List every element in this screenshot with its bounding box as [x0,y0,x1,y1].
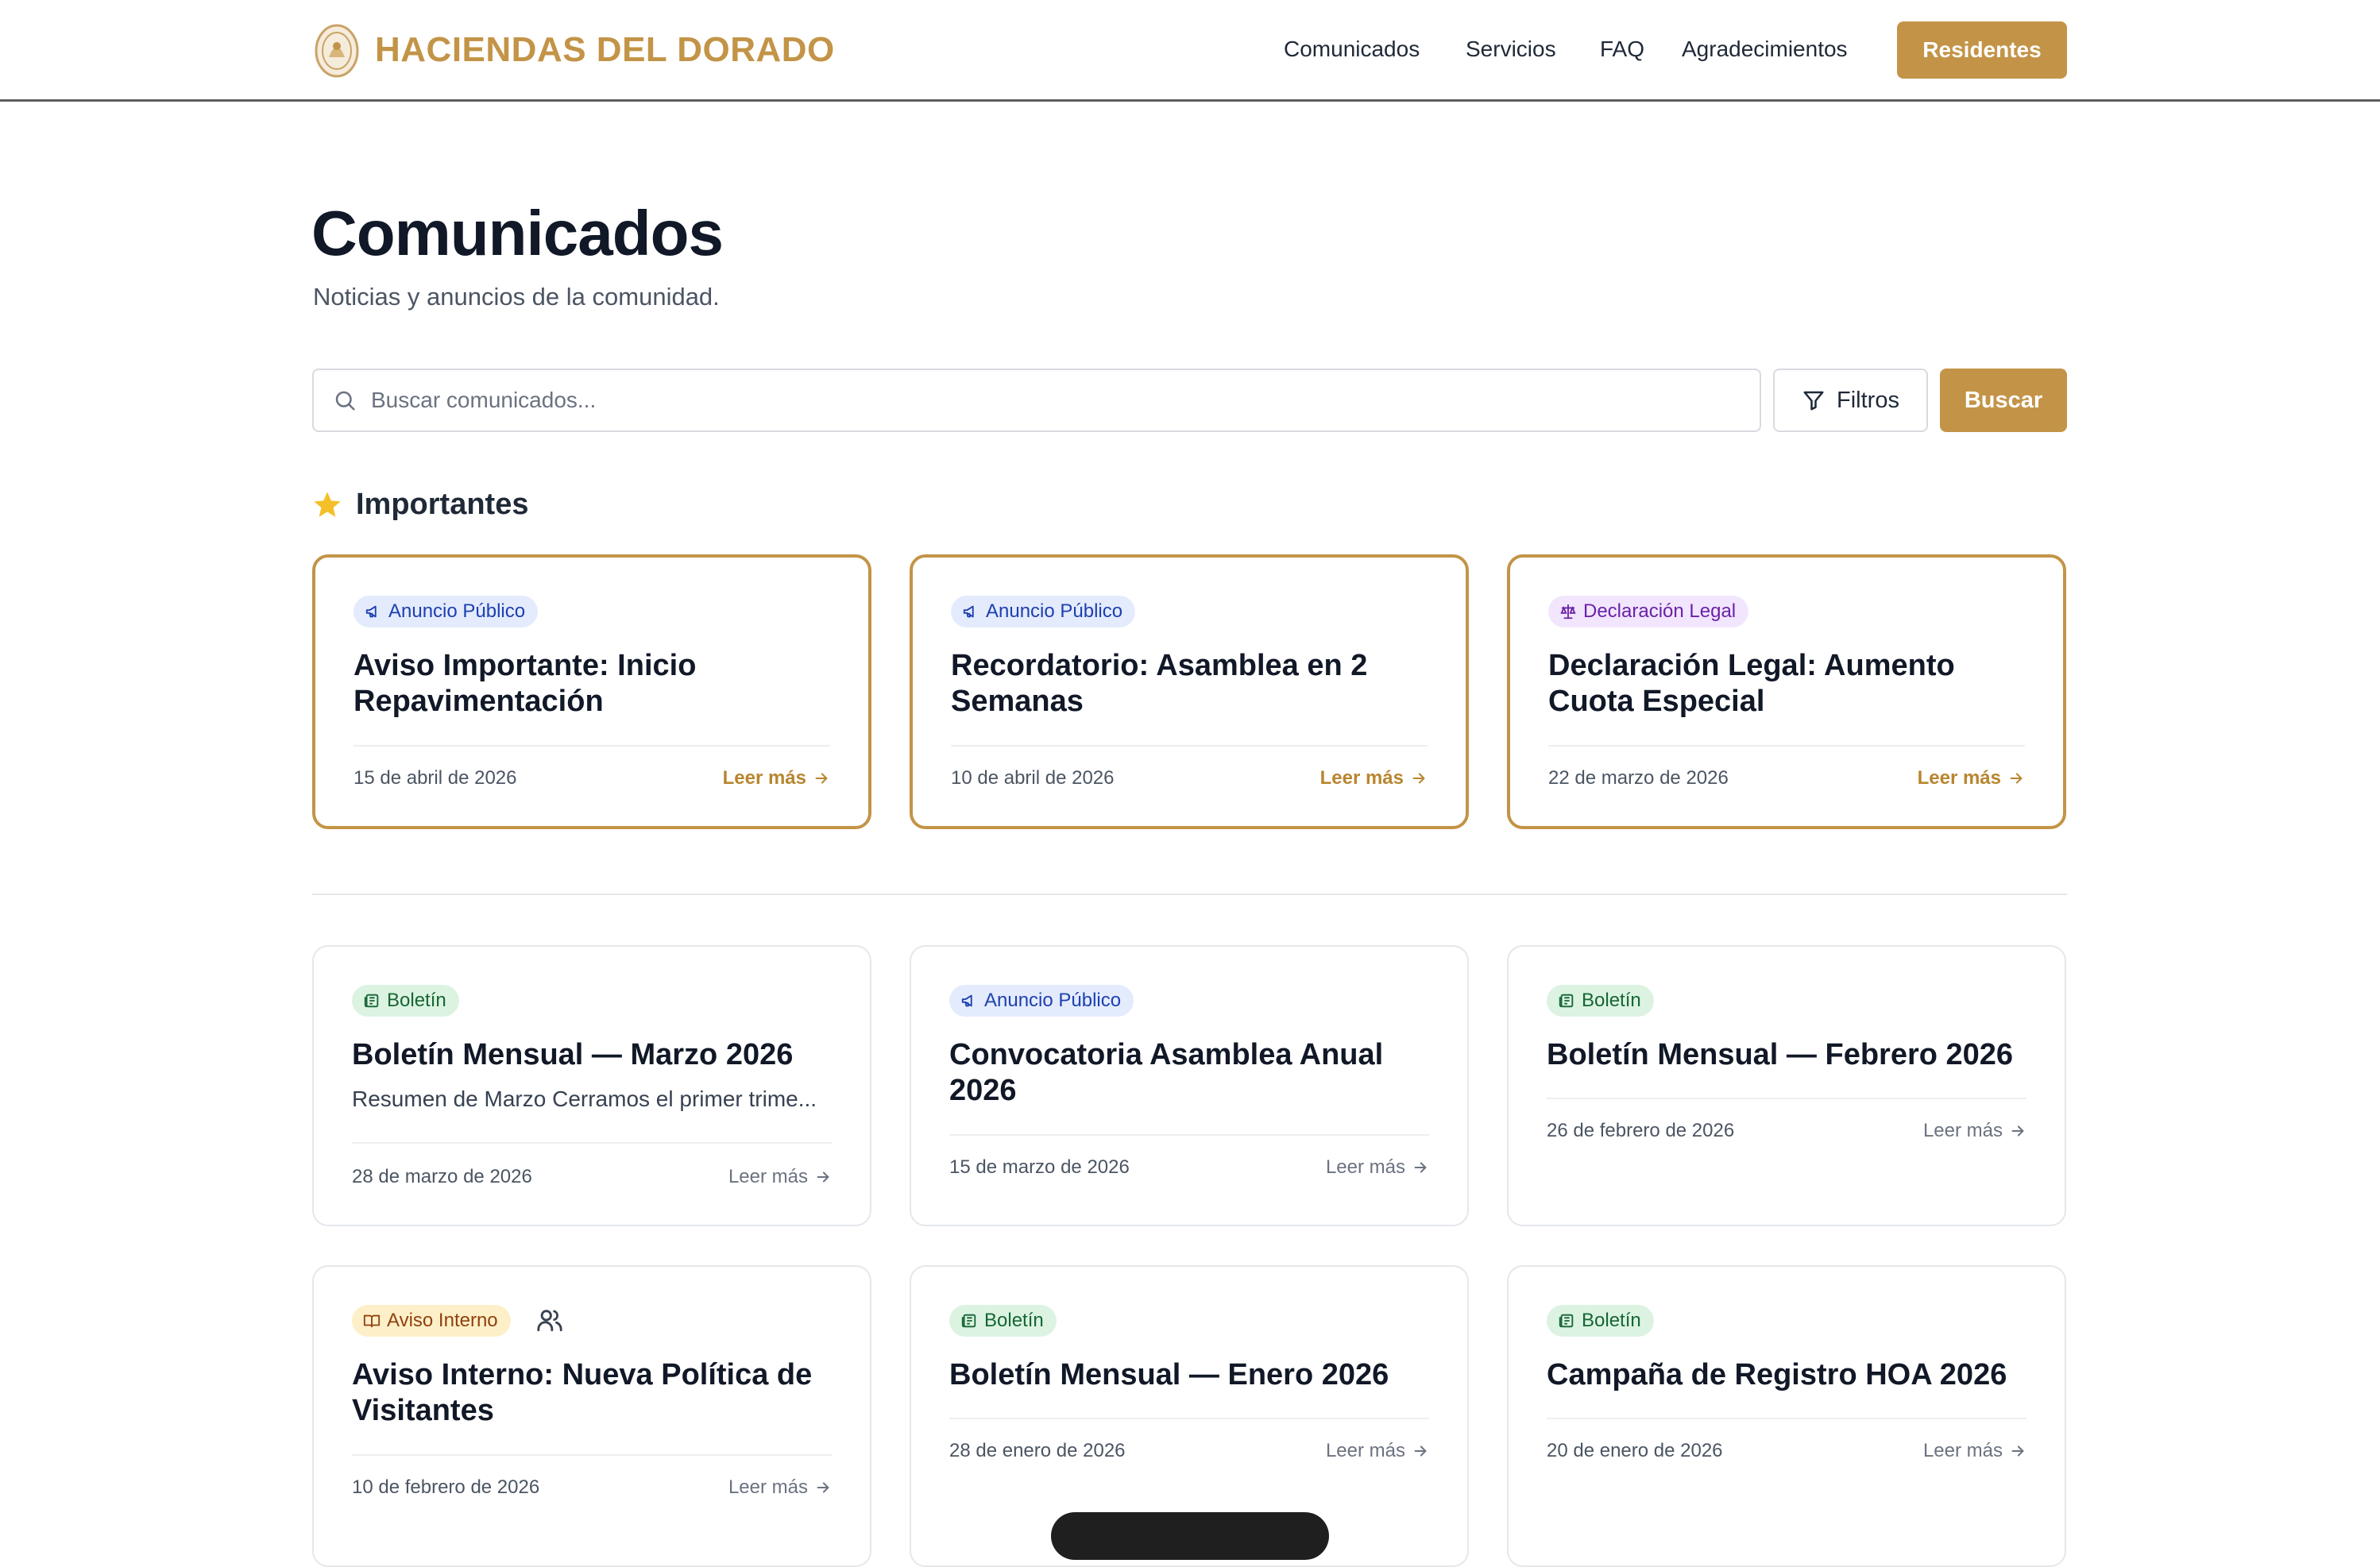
arrow-right-icon [817,1482,829,1493]
read-more-link[interactable]: Leer más [723,767,830,789]
arrow-right-icon [2011,1445,2024,1457]
post-card[interactable]: Boletín Campaña de Registro HOA 2026 20 … [1507,1265,2066,1567]
nav-comunicados[interactable]: Comunicados [1284,37,1420,62]
card-divider [352,1142,832,1144]
card-excerpt: Resumen de Marzo Cerramos el primer trim… [352,1086,817,1111]
read-more-link[interactable]: Leer más [728,1476,832,1499]
category-badge: Boletín [1547,985,1654,1017]
nav-faq[interactable]: FAQ [1600,37,1644,62]
read-more-link[interactable]: Leer más [1326,1156,1429,1179]
post-card[interactable]: Aviso Interno Aviso Interno: Nueva Polít… [312,1265,871,1567]
card-divider [1547,1098,2026,1099]
scale-icon [1560,604,1576,619]
read-more-link[interactable]: Leer más [1923,1440,2026,1462]
category-badge: Boletín [949,1305,1057,1337]
users-icon [537,1310,562,1332]
arrow-right-icon [817,1171,829,1183]
filters-label: Filtros [1837,387,1899,413]
arrow-right-icon [2011,1125,2024,1137]
featured-heading: Importantes [311,488,528,522]
category-badge: Boletín [1547,1305,1654,1337]
post-card[interactable]: Anuncio Público Convocatoria Asamblea An… [910,945,1469,1226]
featured-card[interactable]: Anuncio Público Aviso Importante: Inicio… [312,554,871,829]
card-date: 28 de marzo de 2026 [352,1166,532,1187]
megaphone-icon [963,605,974,618]
arrow-right-icon [1414,1162,1427,1173]
hoa-seal-logo[interactable] [313,22,361,79]
search-submit-button[interactable]: Buscar [1940,369,2067,432]
section-divider [312,893,2067,895]
filters-button[interactable]: Filtros [1773,369,1928,432]
post-card[interactable]: Boletín Boletín Mensual — Febrero 2026 2… [1507,945,2066,1226]
read-more-link[interactable]: Leer más [728,1166,832,1188]
arrow-right-icon [2010,773,2023,784]
card-title[interactable]: Boletín Mensual — Enero 2026 [949,1357,1426,1393]
megaphone-icon [961,994,972,1007]
card-divider [1547,1418,2026,1419]
page-title: Comunicados [311,198,724,268]
featured-card[interactable]: Anuncio Público Recordatorio: Asamblea e… [910,554,1469,829]
card-divider [1548,745,2025,747]
card-divider [352,1454,832,1456]
card-divider [951,745,1428,747]
card-date: 22 de marzo de 2026 [1548,767,1729,789]
filter-icon [1803,391,1824,411]
card-title[interactable]: Aviso Importante: Inicio Repavimentación [354,648,830,720]
card-date: 10 de febrero de 2026 [352,1476,540,1498]
card-divider [949,1418,1429,1419]
featured-heading-label: Importantes [356,488,529,521]
residentes-button[interactable]: Residentes [1897,21,2067,79]
card-divider [354,745,830,747]
newspaper-icon [961,1314,976,1328]
arrow-right-icon [1414,1445,1427,1457]
card-title[interactable]: Aviso Interno: Nueva Política de Visitan… [352,1357,829,1429]
card-title[interactable]: Boletín Mensual — Febrero 2026 [1547,1037,2023,1073]
book-open-icon [363,1314,381,1328]
category-badge: Anuncio Público [354,596,539,627]
card-title[interactable]: Convocatoria Asamblea Anual 2026 [949,1037,1426,1109]
card-title[interactable]: Declaración Legal: Aumento Cuota Especia… [1548,648,2025,720]
nav-servicios[interactable]: Servicios [1466,37,1556,62]
read-more-link[interactable]: Leer más [1326,1440,1429,1462]
read-more-link[interactable]: Leer más [1923,1120,2026,1142]
search-input[interactable] [371,388,1721,413]
card-date: 10 de abril de 2026 [951,767,1115,789]
newspaper-icon [364,994,379,1008]
card-title[interactable]: Recordatorio: Asamblea en 2 Semanas [951,648,1428,720]
brand-name[interactable]: HACIENDAS DEL DORADO [375,30,835,70]
floating-toolbar[interactable] [1051,1512,1329,1560]
arrow-right-icon [1412,773,1425,784]
newspaper-icon [1559,994,1574,1008]
search-box [312,369,1761,432]
star-icon [314,491,341,517]
card-divider [949,1134,1429,1136]
category-badge: Anuncio Público [949,985,1134,1017]
featured-card[interactable]: Declaración Legal Declaración Legal: Aum… [1507,554,2066,829]
post-card[interactable]: Boletín Boletín Mensual — Marzo 2026 Res… [312,945,871,1226]
category-badge: Aviso Interno [352,1305,511,1337]
card-date: 20 de enero de 2026 [1547,1440,1723,1461]
arrow-right-icon [815,773,828,784]
nav-agradecimientos[interactable]: Agradecimientos [1682,37,1848,62]
site-header: HACIENDAS DEL DORADO Comunicados Servici… [0,0,2380,102]
card-date: 28 de enero de 2026 [949,1440,1126,1461]
read-more-link[interactable]: Leer más [1918,767,2025,789]
card-title[interactable]: Campaña de Registro HOA 2026 [1547,1357,2023,1393]
category-badge: Boletín [352,985,459,1017]
card-title[interactable]: Boletín Mensual — Marzo 2026 [352,1037,829,1073]
megaphone-icon [365,605,377,618]
category-badge: Declaración Legal [1548,596,1749,627]
category-badge: Anuncio Público [951,596,1136,627]
page-subtitle: Noticias y anuncios de la comunidad. [313,283,720,311]
card-date: 15 de marzo de 2026 [949,1156,1130,1178]
read-more-link[interactable]: Leer más [1320,767,1428,789]
card-date: 26 de febrero de 2026 [1547,1120,1735,1141]
card-date: 15 de abril de 2026 [354,767,517,789]
search-icon [335,391,355,411]
newspaper-icon [1559,1314,1574,1328]
